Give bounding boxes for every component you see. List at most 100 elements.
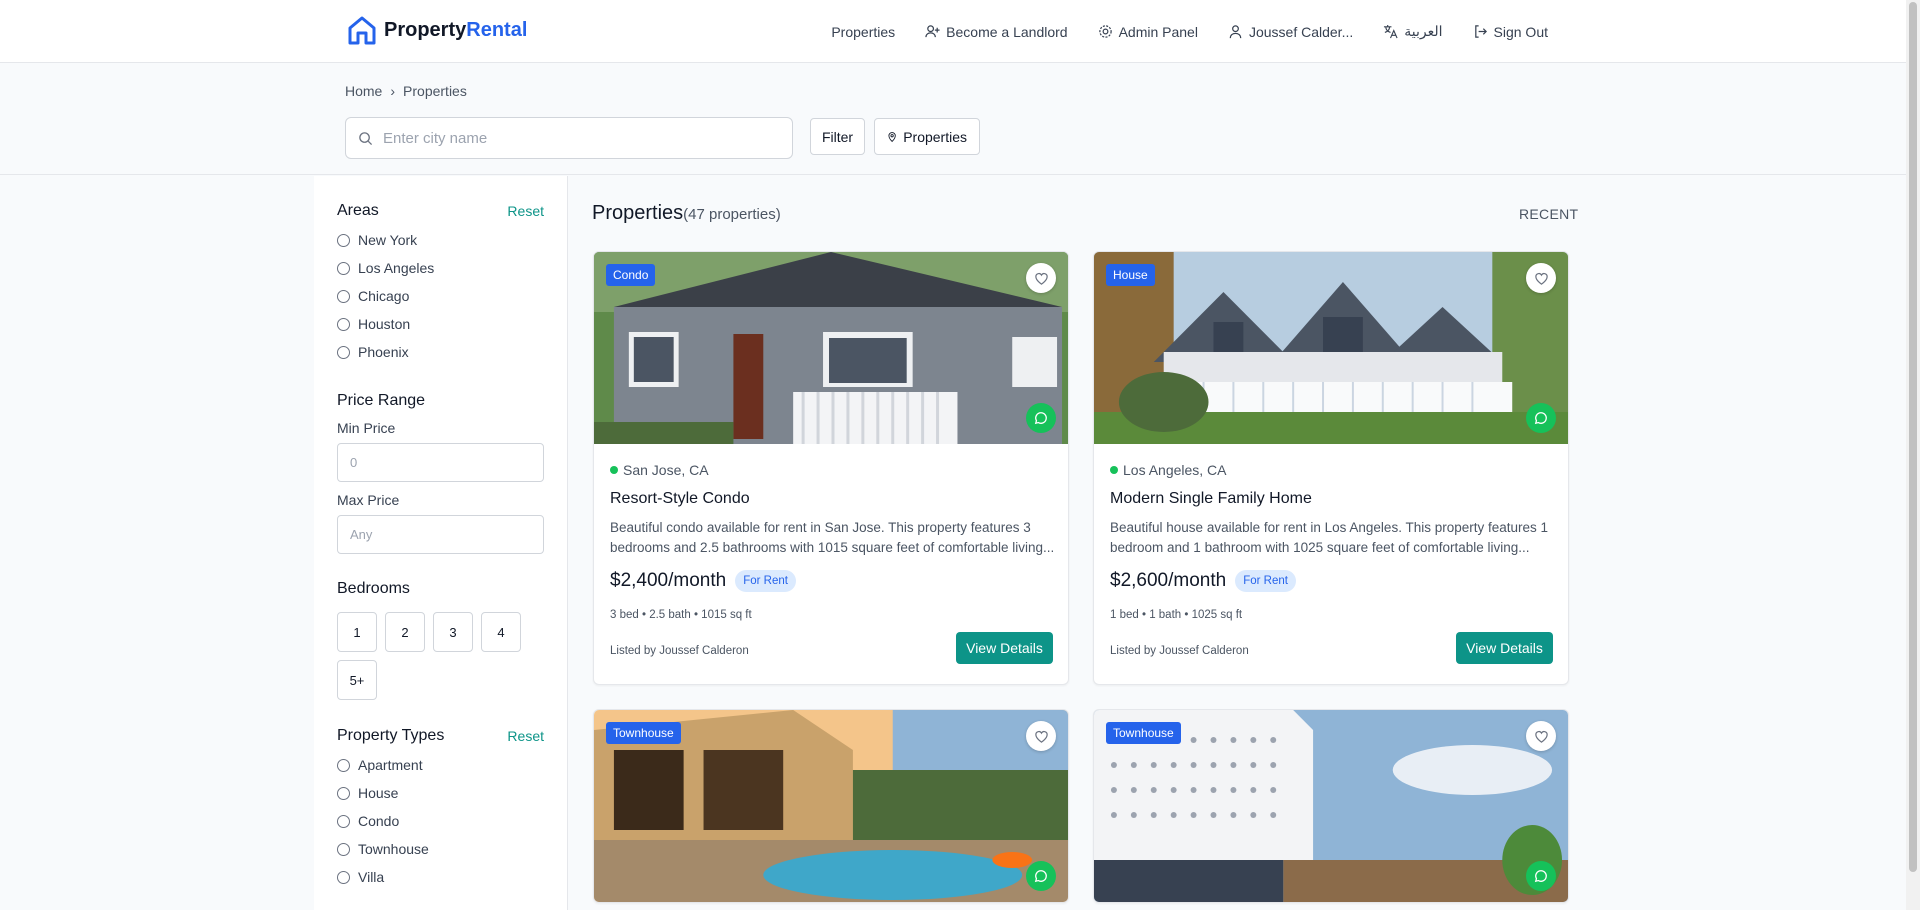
min-price-input[interactable]: [337, 443, 544, 482]
favorite-button[interactable]: [1526, 263, 1556, 293]
radio-button[interactable]: [337, 786, 350, 800]
area-option[interactable]: New York: [337, 226, 544, 254]
bedroom-option-2[interactable]: 2: [385, 612, 425, 652]
translate-icon: [1384, 24, 1398, 39]
area-option[interactable]: Los Angeles: [337, 254, 544, 282]
city-search-input[interactable]: [383, 129, 763, 147]
property-location: San Jose, CA: [610, 462, 709, 478]
filter-button[interactable]: Filter: [810, 118, 865, 155]
types-list: Apartment House Condo Townhouse Villa: [337, 751, 544, 891]
scrollbar-thumb[interactable]: [1909, 2, 1917, 872]
chat-button[interactable]: [1526, 861, 1556, 891]
status-badge: For Rent: [1235, 570, 1296, 592]
area-option[interactable]: Houston: [337, 310, 544, 338]
breadcrumb-current: Properties: [403, 83, 467, 99]
favorite-button[interactable]: [1026, 721, 1056, 751]
max-price-input[interactable]: [337, 515, 544, 554]
chat-icon: [1034, 870, 1047, 883]
property-card[interactable]: House Los Angeles, CA Modern Single Fami…: [1093, 251, 1569, 685]
map-pin-icon: [888, 131, 896, 142]
price-row: $2,400/month For Rent: [610, 570, 796, 592]
property-specs: 3 bed • 2.5 bath • 1015 sq ft: [610, 609, 752, 621]
radio-button[interactable]: [337, 233, 350, 247]
top-navbar: PropertyRental Properties Become a Landl…: [0, 0, 1906, 63]
property-type-badge: House: [1106, 264, 1155, 286]
property-image[interactable]: Condo: [594, 252, 1068, 444]
sort-dropdown[interactable]: RECENT: [1519, 206, 1578, 222]
type-option[interactable]: Villa: [337, 863, 544, 891]
chat-button[interactable]: [1026, 861, 1056, 891]
property-image[interactable]: House: [1094, 252, 1568, 444]
areas-reset-link[interactable]: Reset: [507, 203, 544, 219]
results-title: Properties(47 properties): [592, 202, 781, 224]
price-range-title: Price Range: [337, 392, 426, 409]
favorite-button[interactable]: [1526, 721, 1556, 751]
bedroom-option-1[interactable]: 1: [337, 612, 377, 652]
breadcrumb-separator: ›: [390, 83, 396, 99]
view-details-button[interactable]: View Details: [1456, 632, 1553, 664]
property-title[interactable]: Resort-Style Condo: [610, 490, 750, 508]
property-card[interactable]: Townhouse: [593, 709, 1069, 903]
nav-sign-out[interactable]: Sign Out: [1473, 24, 1548, 40]
brand-logo[interactable]: PropertyRental: [346, 14, 527, 46]
location-dot-icon: [1110, 466, 1118, 474]
chat-icon: [1034, 412, 1047, 425]
condo-photo: [594, 252, 1068, 444]
view-details-button[interactable]: View Details: [956, 632, 1053, 664]
radio-button[interactable]: [337, 345, 350, 359]
radio-button[interactable]: [337, 814, 350, 828]
filter-sidebar: Areas Reset New York Los Angeles Chicago…: [314, 176, 568, 910]
results-count: (47 properties): [683, 206, 781, 223]
property-description: Beautiful house available for rent in Lo…: [1110, 520, 1549, 555]
heart-icon: [1534, 730, 1548, 743]
bedroom-option-3[interactable]: 3: [433, 612, 473, 652]
house-photo: [1094, 252, 1568, 444]
types-header: Property Types Reset: [337, 727, 544, 745]
types-reset-link[interactable]: Reset: [507, 728, 544, 744]
property-type-badge: Townhouse: [606, 722, 681, 744]
property-type-badge: Townhouse: [1106, 722, 1181, 744]
home-icon: [348, 16, 376, 45]
bedroom-option-5-plus[interactable]: 5+: [337, 660, 377, 700]
chat-button[interactable]: [1026, 403, 1056, 433]
radio-button[interactable]: [337, 870, 350, 884]
nav-language-switch[interactable]: العربية: [1383, 23, 1443, 40]
radio-button[interactable]: [337, 289, 350, 303]
sign-out-icon: [1474, 25, 1487, 38]
chat-icon: [1534, 870, 1547, 883]
radio-button[interactable]: [337, 758, 350, 772]
bedroom-option-4[interactable]: 4: [481, 612, 521, 652]
radio-button[interactable]: [337, 261, 350, 275]
breadcrumb-home[interactable]: Home: [345, 83, 382, 99]
nav-admin-panel[interactable]: Admin Panel: [1098, 24, 1198, 40]
status-badge: For Rent: [735, 570, 796, 592]
nav-user-profile[interactable]: Joussef Calder...: [1228, 24, 1353, 40]
heart-icon: [1034, 730, 1048, 743]
property-image[interactable]: Townhouse: [1094, 710, 1568, 902]
chat-button[interactable]: [1526, 403, 1556, 433]
type-option[interactable]: Townhouse: [337, 835, 544, 863]
property-description: Beautiful condo available for rent in Sa…: [610, 520, 1055, 555]
type-option[interactable]: Apartment: [337, 751, 544, 779]
price-row: $2,600/month For Rent: [1110, 570, 1296, 592]
property-image[interactable]: Townhouse: [594, 710, 1068, 902]
type-option[interactable]: Condo: [337, 807, 544, 835]
property-type-badge: Condo: [606, 264, 656, 286]
property-card[interactable]: Condo San Jose, CA Resort-Style Condo Be…: [593, 251, 1069, 685]
user-icon: [1229, 25, 1242, 39]
nav-properties[interactable]: Properties: [831, 24, 895, 40]
card-body: Los Angeles, CA Modern Single Family Hom…: [1094, 444, 1568, 684]
property-title[interactable]: Modern Single Family Home: [1110, 490, 1312, 508]
type-option[interactable]: House: [337, 779, 544, 807]
area-option[interactable]: Phoenix: [337, 338, 544, 366]
page-scrollbar[interactable]: [1906, 0, 1920, 910]
heart-icon: [1034, 272, 1048, 285]
nav-become-landlord[interactable]: Become a Landlord: [925, 24, 1068, 40]
area-option[interactable]: Chicago: [337, 282, 544, 310]
property-card[interactable]: Townhouse: [1093, 709, 1569, 903]
radio-button[interactable]: [337, 317, 350, 331]
map-properties-button[interactable]: Properties: [874, 118, 980, 155]
radio-button[interactable]: [337, 842, 350, 856]
breadcrumb: Home › Properties: [345, 83, 467, 99]
favorite-button[interactable]: [1026, 263, 1056, 293]
